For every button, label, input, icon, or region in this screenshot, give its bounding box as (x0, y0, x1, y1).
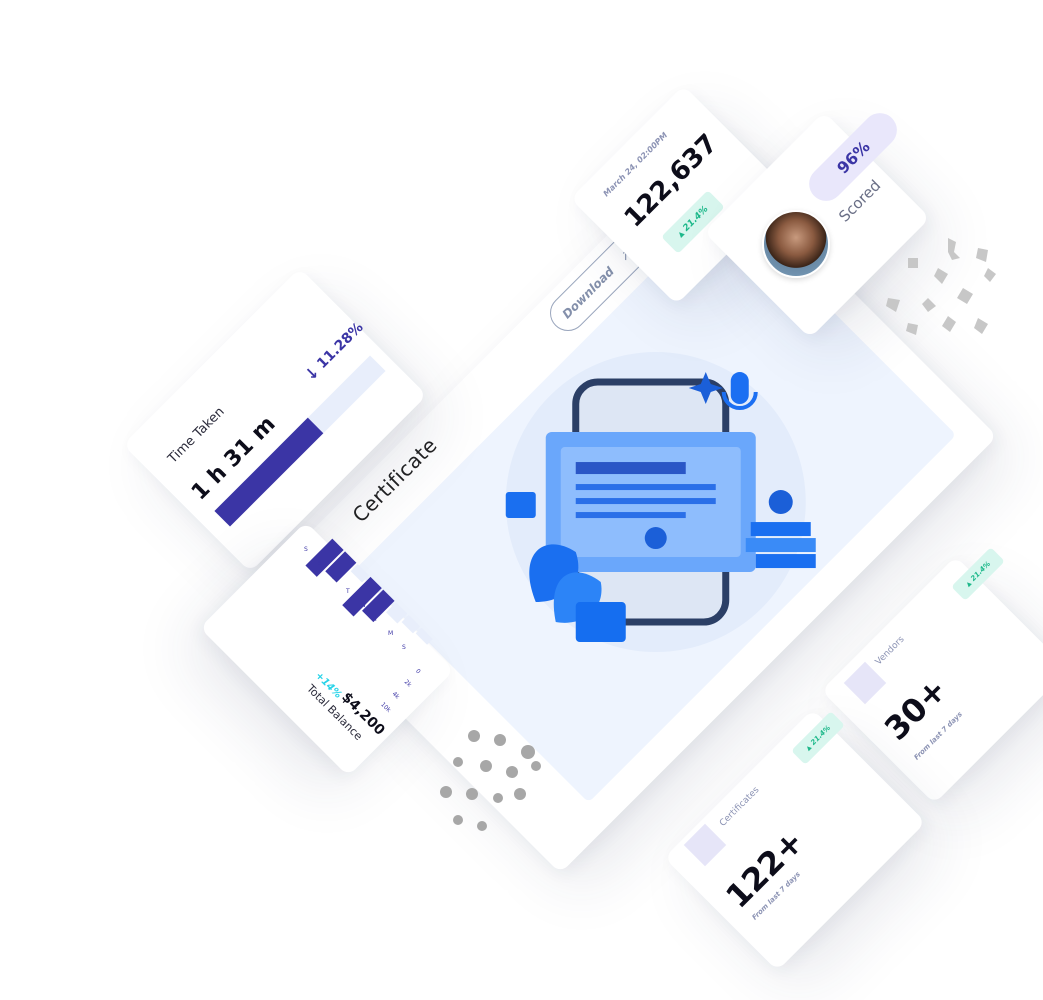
avatar (762, 210, 830, 278)
y-tick: 2k (402, 678, 413, 689)
up-triangle-icon: ▲ (676, 229, 686, 239)
y-tick: 10k (379, 701, 392, 714)
day-label: T (346, 588, 350, 595)
up-triangle-icon: ▲ (964, 579, 973, 588)
y-tick: 0 (414, 667, 422, 676)
vendors-badge-text: 21.4% (969, 559, 993, 583)
day-label: W (360, 602, 366, 609)
day-label: M (388, 630, 394, 637)
up-triangle-icon: ▲ (804, 743, 813, 752)
decorative-confetti (886, 238, 996, 335)
decorative-confetti (440, 730, 541, 831)
day-label: F (332, 574, 336, 581)
day-label: S (318, 560, 322, 567)
y-tick: 4k (390, 690, 401, 701)
hero-illustration: Certificate Download ↗ March 24, 02:00PM… (0, 0, 1043, 1000)
day-label: T (374, 616, 378, 623)
day-label: S (304, 546, 308, 553)
